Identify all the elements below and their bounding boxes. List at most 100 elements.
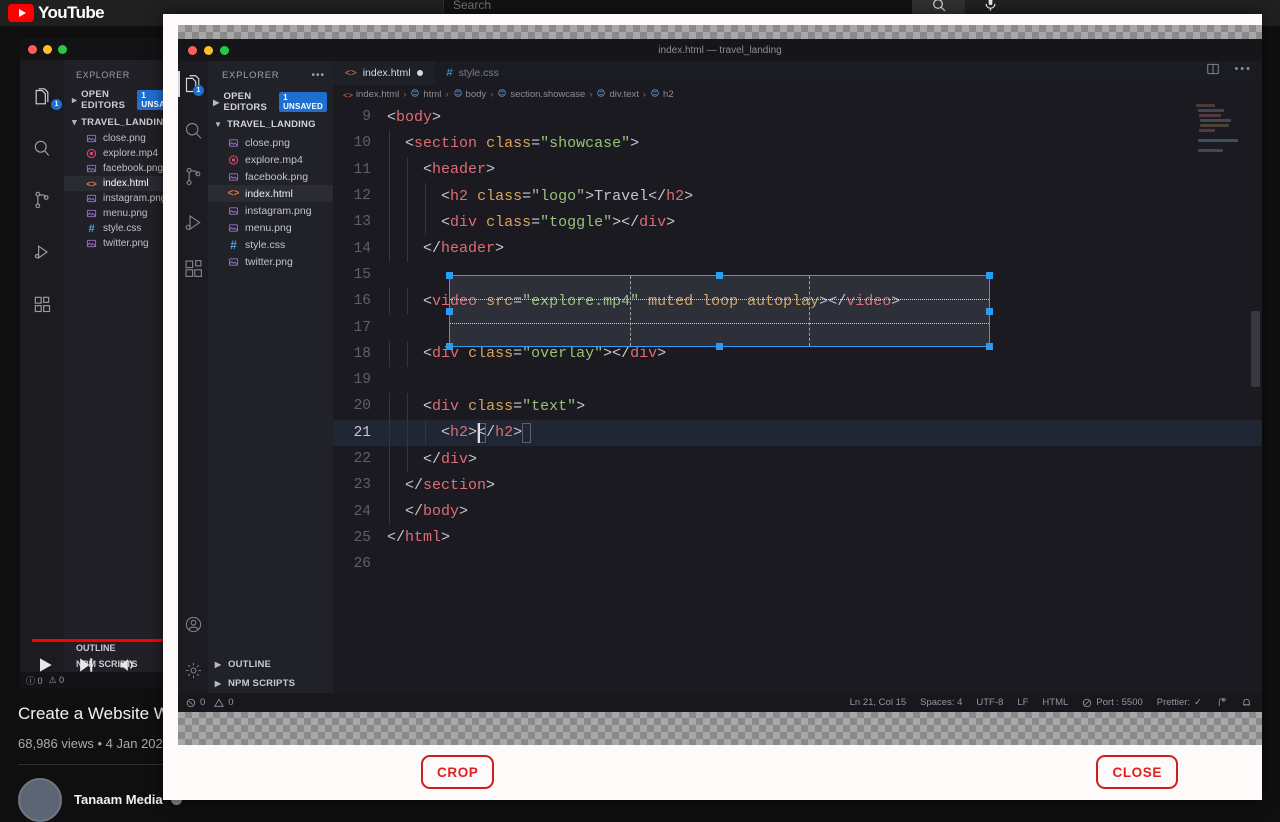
image-icon [86,193,97,204]
chevron-right-icon: › [445,89,448,100]
channel-row[interactable]: Tanaam Media [18,778,182,822]
code-line[interactable]: 13 <div class="toggle"></div> [333,209,1262,235]
breadcrumb-item[interactable]: div.text [596,88,638,101]
activity-extensions[interactable] [178,245,208,291]
folder-row-travel-landing[interactable]: ▼ TRAVEL_LANDING [208,116,333,133]
code-line[interactable]: 19 [333,367,1262,393]
code-line[interactable]: 22 </div> [333,446,1262,472]
indent-guide [407,235,408,261]
breadcrumb-item[interactable]: body [453,88,487,101]
code-line[interactable]: 26 [333,551,1262,577]
code-line[interactable]: 12 <h2 class="logo">Travel</h2> [333,183,1262,209]
status-encoding[interactable]: UTF-8 [976,697,1003,708]
crop-button[interactable]: CROP [421,755,494,789]
activity-settings[interactable] [178,647,208,693]
status-bar-right: Ln 21, Col 15 Spaces: 4 UTF-8 LF HTML Po… [850,697,1262,708]
file-item-facebook-png[interactable]: facebook.png [208,168,333,185]
play-button[interactable] [32,652,58,678]
file-item-twitter-png[interactable]: twitter.png [208,253,333,270]
crop-handle-middle-right[interactable] [986,308,993,315]
activity-bar-bottom [178,601,208,693]
indent-guide [407,157,408,183]
crop-guide-horizontal-2 [450,323,989,324]
tab-style-css[interactable]: # style.css [435,61,511,85]
breadcrumb-label: html [423,89,441,100]
crop-handle-bottom-center[interactable] [716,343,723,350]
breadcrumb-item[interactable]: section.showcase [497,88,585,101]
code-line[interactable]: 25</html> [333,525,1262,551]
image-icon [228,137,239,148]
file-item-style-css[interactable]: #style.css [208,236,333,253]
ellipsis-icon[interactable]: ••• [1234,63,1252,75]
indent-guide [407,288,408,314]
status-prettier[interactable]: Prettier: ✓ [1157,697,1202,708]
crop-handle-top-center[interactable] [716,272,723,279]
crop-handle-bottom-right[interactable] [986,343,993,350]
breadcrumb-item[interactable]: html [410,88,441,101]
status-live-server-port[interactable]: Port : 5500 [1082,697,1142,708]
minimap[interactable] [1186,104,1244,224]
crop-handle-top-right[interactable] [986,272,993,279]
file-item-index-html[interactable]: <>index.html [208,185,333,202]
activity-run-debug[interactable] [178,199,208,245]
panel-npm-scripts[interactable]: ▶ NPM SCRIPTS [208,674,333,693]
code-line[interactable]: 14 </header> [333,235,1262,261]
indent-guide [425,420,426,446]
crop-handle-top-left[interactable] [446,272,453,279]
file-item-menu-png[interactable]: menu.png [208,219,333,236]
volume-button[interactable] [114,652,140,678]
crop-handle-middle-left[interactable] [446,308,453,315]
code-content[interactable]: 9<body>10 <section class="showcase">11 <… [333,104,1262,693]
indent-guide [407,341,408,367]
file-item-close-png[interactable]: close.png [208,134,333,151]
editor-scrollbar[interactable] [1251,311,1260,387]
tab-index-html[interactable]: <> index.html [333,61,435,85]
editor-area: <> index.html # style.css [333,61,1262,693]
status-remote[interactable] [1216,697,1227,708]
file-item-explore-mp4[interactable]: explore.mp4 [208,151,333,168]
chevron-right-icon: ▶ [213,660,223,669]
code-line[interactable]: 21 <h2></h2> [333,420,1262,446]
breadcrumb-item[interactable]: h2 [650,88,674,101]
code-text: <div class="text"> [387,398,585,415]
gear-icon [184,661,203,680]
activity-source-control[interactable] [178,153,208,199]
code-line[interactable]: 20 <div class="text"> [333,393,1262,419]
code-line[interactable]: 10 <section class="showcase"> [333,130,1262,156]
code-line[interactable]: 11 <header> [333,157,1262,183]
youtube-logo[interactable]: YouTube [8,3,104,23]
code-text: </header> [387,240,504,257]
panel-outline[interactable]: ▶ OUTLINE [208,655,333,674]
line-number: 18 [333,346,387,362]
close-button[interactable]: CLOSE [1096,755,1178,789]
status-language-mode[interactable]: HTML [1042,697,1068,708]
chevron-right-icon: › [490,89,493,100]
open-editors-row[interactable]: ▶ OPEN EDITORS 1 UNSAVED [208,88,333,116]
activity-search[interactable] [178,107,208,153]
crop-selection-rectangle[interactable] [449,275,990,347]
chevron-down-icon: ▼ [213,120,223,129]
split-editor-icon[interactable] [1206,62,1220,76]
line-number: 16 [333,293,387,309]
crop-handle-bottom-left[interactable] [446,343,453,350]
status-indentation[interactable]: Spaces: 4 [920,697,962,708]
line-number: 17 [333,320,387,336]
next-button[interactable] [73,652,99,678]
line-number: 24 [333,504,387,520]
status-problems[interactable]: 0 0 [186,697,234,708]
ellipsis-icon[interactable]: ••• [311,70,325,81]
status-eol[interactable]: LF [1017,697,1028,708]
breadcrumb-item[interactable]: <>index.html [343,89,399,100]
code-line[interactable]: 23 </section> [333,472,1262,498]
code-line[interactable]: 9<body> [333,104,1262,130]
code-line[interactable]: 24 </body> [333,498,1262,524]
status-cursor-position[interactable]: Ln 21, Col 15 [850,697,907,708]
youtube-wordmark: YouTube [38,3,104,23]
status-notifications[interactable] [1241,697,1252,708]
activity-account[interactable] [178,601,208,647]
file-item-instagram-png[interactable]: instagram.png [208,202,333,219]
screenshot-canvas[interactable]: index.html — travel_landing 1 [178,25,1262,745]
activity-explorer[interactable]: 1 [178,61,208,107]
html-icon: <> [345,68,357,79]
line-number: 13 [333,214,387,230]
